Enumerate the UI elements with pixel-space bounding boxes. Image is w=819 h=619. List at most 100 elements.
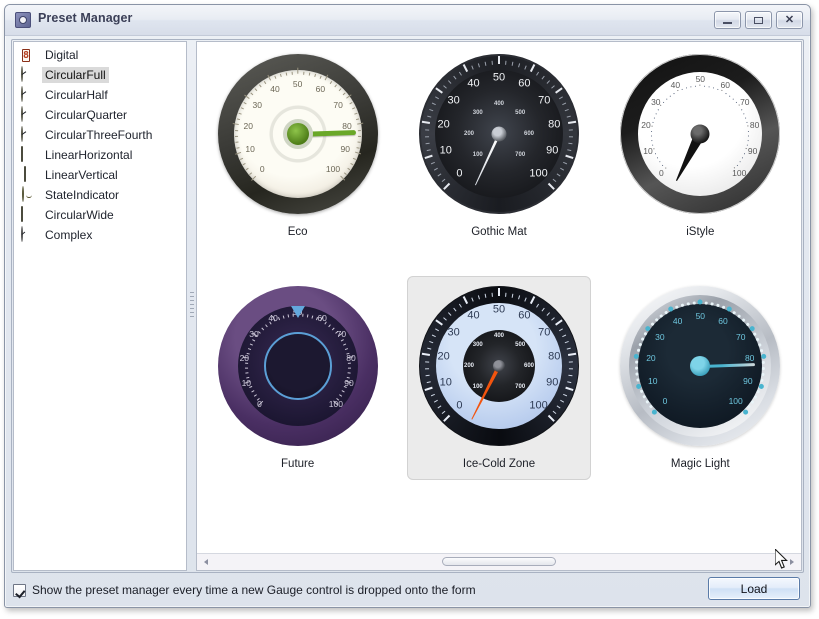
gauge-scale-label: 30 xyxy=(655,331,665,342)
gauge-scale-label: 40 xyxy=(268,312,278,323)
gauge-scale-label: 200 xyxy=(463,131,474,137)
show-preset-manager-row[interactable]: Show the preset manager every time a new… xyxy=(13,579,476,601)
gauge-scale-label: 400 xyxy=(493,333,504,339)
arrow-right-icon xyxy=(790,558,794,565)
gauge-scale-label: 90 xyxy=(747,145,758,156)
gauge-scale-label: 600 xyxy=(523,363,534,369)
sidebar-item-digital[interactable]: 8 Digital xyxy=(14,45,186,65)
sidebar-item-complex[interactable]: Complex xyxy=(14,225,186,245)
gauge-scale-label: 600 xyxy=(523,131,534,137)
digital-gauge-icon: 8 xyxy=(22,49,31,62)
sidebar-item-label: CircularQuarter xyxy=(45,108,128,122)
gauge-scale-label: 400 xyxy=(493,101,504,107)
preset-name: Future xyxy=(281,458,315,470)
gauge-scale-label: 10 xyxy=(643,145,653,156)
gauge-preview-istyle: 0 10 20 30 40 50 60 70 80 90 100 xyxy=(620,54,781,214)
window-title: Preset Manager xyxy=(38,11,133,25)
minimize-icon xyxy=(723,21,732,24)
gauge-scale-label: 300 xyxy=(472,341,483,348)
gauge-scale-label: 10 xyxy=(245,144,255,155)
sidebar-item-circularthreefourth[interactable]: CircularThreeFourth xyxy=(14,125,186,145)
scroll-left-button[interactable] xyxy=(198,554,214,569)
sidebar-item-circularquarter[interactable]: CircularQuarter xyxy=(14,105,186,125)
state-indicator-icon xyxy=(20,186,36,203)
gauge-scale-label: 100 xyxy=(325,164,341,175)
sidebar-item-label: CircularHalf xyxy=(45,88,108,102)
title-bar[interactable]: Preset Manager ✕ xyxy=(5,5,810,36)
sidebar-item-stateindicator[interactable]: StateIndicator xyxy=(14,185,186,205)
gauge-scale-label: 20 xyxy=(243,120,253,131)
sidebar-item-label: LinearHorizontal xyxy=(45,148,133,162)
close-button[interactable]: ✕ xyxy=(776,11,803,29)
preset-card-eco[interactable]: 0 10 20 30 40 50 60 70 80 90 100 Eco xyxy=(197,42,398,274)
preset-grid: 0 10 20 30 40 50 60 70 80 90 100 Eco 0 1… xyxy=(197,42,801,506)
client-area: 8 Digital CircularFull CircularHalf Circ… xyxy=(11,39,804,601)
horizontal-scrollbar[interactable] xyxy=(197,553,801,570)
minimize-button[interactable] xyxy=(714,11,741,29)
scroll-right-button[interactable] xyxy=(784,554,800,569)
complex-gauge-icon xyxy=(20,226,36,243)
gauge-scale-label: 70 xyxy=(740,96,750,107)
sidebar-item-label: Complex xyxy=(45,228,93,242)
circular-quarter-gauge-icon xyxy=(20,106,36,123)
gauge-scale-label: 700 xyxy=(515,152,526,159)
gauge-preview-magic-light: 0 10 20 30 40 50 60 70 80 90 100 xyxy=(620,286,781,446)
maximize-icon xyxy=(754,16,763,24)
show-preset-manager-checkbox[interactable] xyxy=(13,583,26,597)
gauge-scale-label: 30 xyxy=(249,329,259,339)
preset-category-list[interactable]: 8 Digital CircularFull CircularHalf Circ… xyxy=(13,41,187,571)
circular-full-gauge-icon xyxy=(20,66,36,83)
show-preset-manager-label: Show the preset manager every time a new… xyxy=(32,583,476,597)
gauge-scale-label: 60 xyxy=(720,79,731,90)
sidebar-item-linearvertical[interactable]: LinearVertical xyxy=(14,165,186,185)
sidebar-item-label: CircularWide xyxy=(45,208,114,222)
sidebar-item-circularwide[interactable]: CircularWide xyxy=(14,205,186,225)
preset-card-istyle[interactable]: 0 10 20 30 40 50 60 70 80 90 100 iStyle xyxy=(600,42,801,274)
gauge-scale-label: 500 xyxy=(515,109,526,116)
gauge-scale-label: 80 xyxy=(744,352,755,363)
gauge-scale-label: 100 xyxy=(472,152,483,159)
preset-card-gothic-mat[interactable]: 0 10 20 30 40 50 60 70 80 90 100 100 200 300 400 500 60… xyxy=(398,42,599,274)
sidebar-item-circularfull[interactable]: CircularFull xyxy=(14,65,186,85)
sidebar-item-label: CircularFull xyxy=(42,67,109,83)
gauge-scale-label: 0 xyxy=(257,398,262,409)
sidebar-item-linearhorizontal[interactable]: LinearHorizontal xyxy=(14,145,186,165)
gauge-scale-label: 100 xyxy=(732,167,747,178)
splitter-handle[interactable] xyxy=(188,41,196,571)
preset-name: iStyle xyxy=(686,226,715,238)
preset-card-future[interactable]: 0 10 20 30 40 50 60 70 80 90 100 Future xyxy=(197,274,398,506)
gauge-scale-label: 90 xyxy=(344,377,354,388)
gauge-scale-label: 700 xyxy=(515,384,526,391)
gauge-scale-label: 40 xyxy=(270,84,280,95)
gauge-scale-label: 80 xyxy=(749,120,760,131)
gauge-scale-label: 90 xyxy=(340,144,350,155)
load-button[interactable]: Load xyxy=(708,577,800,600)
sidebar-item-label: Digital xyxy=(45,48,79,62)
preset-card-magic-light[interactable]: 0 10 20 30 40 50 60 70 80 90 100 Magic Light xyxy=(600,274,801,506)
gauge-scale-label: 300 xyxy=(472,109,483,116)
preset-name: Eco xyxy=(287,226,308,238)
sidebar-item-label: LinearVertical xyxy=(45,168,118,182)
close-icon: ✕ xyxy=(784,13,795,26)
preset-card-ice-cold-zone[interactable]: 0 10 20 30 40 50 60 70 80 90 100 100 200 300 400 500 60… xyxy=(398,274,599,506)
linear-horizontal-gauge-icon xyxy=(20,146,36,163)
gauge-scale-label: 20 xyxy=(641,120,651,131)
split-container: 8 Digital CircularFull CircularHalf Circ… xyxy=(13,41,802,571)
gauge-app-icon xyxy=(15,12,31,28)
content-panel: 8 Digital CircularFull CircularHalf Circ… xyxy=(11,39,804,573)
sidebar-item-circularhalf[interactable]: CircularHalf xyxy=(14,85,186,105)
gauge-scale-label: 200 xyxy=(463,363,474,369)
circular-three-fourth-icon xyxy=(20,126,36,143)
arrow-left-icon xyxy=(204,558,208,565)
maximize-button[interactable] xyxy=(745,11,772,29)
preset-name: Magic Light xyxy=(670,458,730,470)
sidebar-item-label: CircularThreeFourth xyxy=(45,128,153,142)
gauge-scale-label: 100 xyxy=(472,384,483,391)
preview-scroll-viewport: 0 10 20 30 40 50 60 70 80 90 100 Eco 0 1… xyxy=(197,42,801,553)
gauge-preview-gothic-mat: 0 10 20 30 40 50 60 70 80 90 100 100 200 300 400 500 60… xyxy=(418,54,579,214)
scrollbar-thumb[interactable] xyxy=(442,557,556,566)
gauge-scale-label: 40 xyxy=(672,316,683,327)
gauge-scale-label: 70 xyxy=(333,99,343,110)
splitter-grip-icon xyxy=(190,292,194,320)
gauge-scale-label: 30 xyxy=(252,99,262,110)
